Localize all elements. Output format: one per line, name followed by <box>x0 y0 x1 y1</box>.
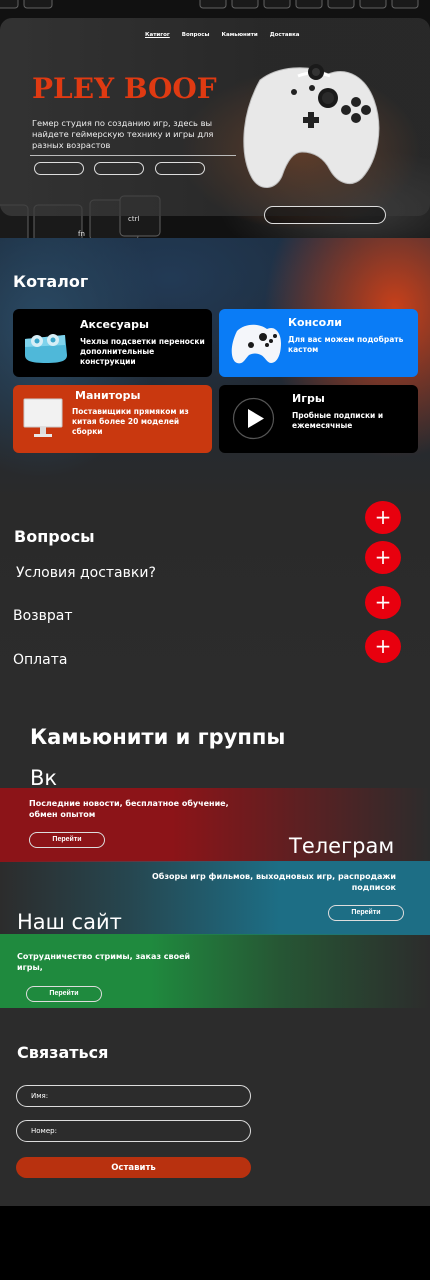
faq-toggle-button[interactable]: + <box>365 501 401 534</box>
gamepad-icon <box>231 324 281 364</box>
hero-section: ctrl fn Катигог Вопросы Камьюнити Достав… <box>0 0 430 238</box>
faq-item-payment[interactable]: Оплата <box>13 652 67 668</box>
brand-logo: PLEY BOOF <box>32 72 217 105</box>
svg-text:fn: fn <box>78 230 85 238</box>
page: ctrl fn Катигог Вопросы Камьюнити Достав… <box>0 0 430 1280</box>
group-description: Последние новости, бесплатное обучение, … <box>29 799 229 820</box>
card-description: Чехлы подсветки переноски дополнительные… <box>80 337 205 367</box>
catalog-title: Котaлог <box>13 272 89 291</box>
catalog-card-games[interactable]: Игры Пробные подписки и ежемесячные <box>219 385 418 453</box>
gamepad-image <box>243 64 380 188</box>
phone-input[interactable] <box>16 1120 251 1142</box>
card-description: Для вас можем подобрать кастом <box>288 335 404 355</box>
card-title: Маниторы <box>75 389 141 402</box>
earbuds-case-icon <box>25 334 67 363</box>
hero-pill-button-2[interactable] <box>94 162 144 175</box>
hero-pill-button-3[interactable] <box>155 162 205 175</box>
group-name-telegram: Телеграм <box>289 834 395 858</box>
faq-section: + Вопросы + Условия доставки? + Возврат … <box>0 500 430 710</box>
submit-button[interactable]: Оставить <box>16 1157 251 1178</box>
group-description: Обзоры игр фильмов, выходновых игр, расп… <box>151 872 396 893</box>
faq-expand-return-button[interactable]: + <box>365 586 401 619</box>
group-card-site: Сотрудничество стримы, заказ своей игры,… <box>0 934 430 1008</box>
card-title: Аксесуары <box>80 318 149 331</box>
card-title: Игры <box>292 392 325 405</box>
nav-item-delivery[interactable]: Доставка <box>270 32 300 38</box>
catalog-section: Котaлог Аксесуары Чехлы подсветки перено… <box>0 238 430 500</box>
go-button-site[interactable]: Перейти <box>26 986 102 1002</box>
nav-item-questions[interactable]: Вопросы <box>182 32 210 38</box>
card-description: Пробные подписки и ежемесячные <box>292 411 384 431</box>
community-section: Камьюнити и группы Вк Последние новости,… <box>0 710 430 1010</box>
hero-description: Гемер студия по созданию игр, здесь вы н… <box>32 118 214 151</box>
faq-item-delivery[interactable]: Условия доставки? <box>16 565 156 581</box>
faq-item-return[interactable]: Возврат <box>13 608 73 624</box>
monitor-icon <box>23 398 63 437</box>
catalog-card-accessories[interactable]: Аксесуары Чехлы подсветки переноски допо… <box>13 309 212 377</box>
catalog-card-monitors[interactable]: Маниторы Поставищики прямяком из китая б… <box>13 385 212 453</box>
name-input[interactable] <box>16 1085 251 1107</box>
group-name-vk: Вк <box>30 766 58 790</box>
divider <box>30 155 236 156</box>
group-description: Сотрудничество стримы, заказ своей игры, <box>17 952 191 973</box>
community-title: Камьюнити и группы <box>30 725 286 749</box>
contact-section: Связаться Оставить <box>0 1010 430 1206</box>
card-description: Поставищики прямяком из китая более 20 м… <box>72 407 189 437</box>
card-title: Консоли <box>288 316 342 329</box>
faq-expand-delivery-button[interactable]: + <box>365 541 401 574</box>
faq-expand-payment-button[interactable]: + <box>365 630 401 663</box>
catalog-card-consoles[interactable]: Консоли Для вас можем подобрать кастом <box>219 309 418 377</box>
go-button-telegram[interactable]: Перейти <box>328 905 404 921</box>
hero-pill-button-1[interactable] <box>34 162 84 175</box>
svg-text:ctrl: ctrl <box>128 215 139 223</box>
play-icon <box>232 397 275 440</box>
nav-item-catalog[interactable]: Катигог <box>145 32 170 38</box>
contact-title: Связаться <box>17 1043 109 1062</box>
go-button-vk[interactable]: Перейти <box>29 832 105 848</box>
nav-item-community[interactable]: Камьюнити <box>222 32 258 38</box>
hero-cta-button[interactable] <box>264 206 386 224</box>
group-name-site: Наш сайт <box>17 910 122 934</box>
top-nav: Катигог Вопросы Камьюнити Доставка <box>145 32 300 38</box>
faq-title: Вопросы <box>14 527 95 546</box>
